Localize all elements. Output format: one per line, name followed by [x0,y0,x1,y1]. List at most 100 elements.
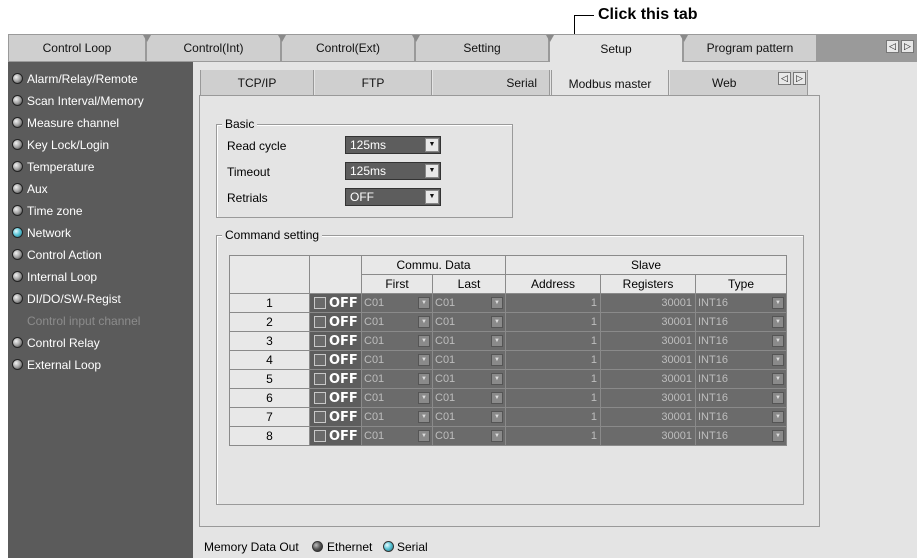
toggle-state: OFF [329,295,358,311]
checkbox-icon[interactable] [314,354,326,366]
first-select[interactable]: C01 ▼ [361,312,433,332]
first-select[interactable]: C01 ▼ [361,331,433,351]
registers-field[interactable]: 30001 [600,369,696,389]
subtab-scroll-left-icon[interactable]: ◁ [778,72,791,85]
address-field[interactable]: 1 [505,369,601,389]
last-select[interactable]: C01 ▼ [432,331,506,351]
tab-control-ext[interactable]: Control(Ext) [282,35,415,61]
sidebar-item-scan-interval-memory[interactable]: Scan Interval/Memory [8,90,193,111]
first-select[interactable]: C01 ▼ [361,369,433,389]
chevron-down-icon: ▼ [418,316,430,328]
sidebar-item-alarm-relay-remote[interactable]: Alarm/Relay/Remote [8,68,193,89]
subtab-modbus-master[interactable]: Modbus master [551,70,669,97]
checkbox-icon[interactable] [314,316,326,328]
tab-scroll-right-icon[interactable]: ▷ [901,40,914,53]
last-select[interactable]: C01 ▼ [432,293,506,313]
sidebar-item-aux[interactable]: Aux [8,178,193,199]
first-select[interactable]: C01 ▼ [361,388,433,408]
first-select[interactable]: C01 ▼ [361,350,433,370]
chevron-down-icon: ▼ [418,373,430,385]
subtab-ftp[interactable]: FTP [315,70,432,95]
tab-control-loop[interactable]: Control Loop [9,35,146,61]
registers-field[interactable]: 30001 [600,293,696,313]
sidebar-item-control-action[interactable]: Control Action [8,244,193,265]
registers-field[interactable]: 30001 [600,407,696,427]
type-select[interactable]: INT16 ▼ [695,293,787,313]
command-toggle[interactable]: OFF [309,388,362,408]
table-row: 3 OFF C01 ▼ C01 ▼ 1 30001 INT16 ▼ [229,331,787,351]
type-select[interactable]: INT16 ▼ [695,312,787,332]
tab-setup[interactable]: Setup [550,35,683,63]
checkbox-icon[interactable] [314,373,326,385]
address-field[interactable]: 1 [505,388,601,408]
sidebar-item-time-zone[interactable]: Time zone [8,200,193,221]
ethernet-radio[interactable] [312,541,323,552]
sidebar-item-di-do-sw-regist[interactable]: DI/DO/SW-Regist [8,288,193,309]
memory-data-out-label: Memory Data Out [204,540,299,554]
header-first: First [361,274,433,294]
sidebar-item-internal-loop[interactable]: Internal Loop [8,266,193,287]
timeout-select[interactable]: 125ms ▼ [345,162,441,180]
registers-field[interactable]: 30001 [600,350,696,370]
subtab-tcp-ip[interactable]: TCP/IP [200,70,314,95]
address-field[interactable]: 1 [505,331,601,351]
command-toggle[interactable]: OFF [309,407,362,427]
header-registers: Registers [600,274,696,294]
address-field[interactable]: 1 [505,350,601,370]
command-setting-title: Command setting [222,228,323,242]
type-select[interactable]: INT16 ▼ [695,407,787,427]
serial-radio[interactable] [383,541,394,552]
registers-field[interactable]: 30001 [600,331,696,351]
checkbox-icon[interactable] [314,430,326,442]
retrials-select[interactable]: OFF ▼ [345,188,441,206]
type-select[interactable]: INT16 ▼ [695,369,787,389]
last-select[interactable]: C01 ▼ [432,312,506,332]
registers-field[interactable]: 30001 [600,426,696,446]
checkbox-icon[interactable] [314,335,326,347]
registers-field[interactable]: 30001 [600,312,696,332]
subtab-serial[interactable]: Serial [433,70,550,95]
last-select[interactable]: C01 ▼ [432,426,506,446]
type-select[interactable]: INT16 ▼ [695,388,787,408]
status-led-icon [12,117,23,128]
sidebar-item-measure-channel[interactable]: Measure channel [8,112,193,133]
ethernet-radio-label[interactable]: Ethernet [327,540,372,554]
last-select[interactable]: C01 ▼ [432,369,506,389]
address-field[interactable]: 1 [505,293,601,313]
command-toggle[interactable]: OFF [309,350,362,370]
checkbox-icon[interactable] [314,411,326,423]
command-toggle[interactable]: OFF [309,369,362,389]
tab-control-int[interactable]: Control(Int) [147,35,281,61]
tab-program-pattern[interactable]: Program pattern [684,35,817,61]
sidebar-item-network[interactable]: Network [8,222,193,243]
command-toggle[interactable]: OFF [309,293,362,313]
sidebar-item-key-lock-login[interactable]: Key Lock/Login [8,134,193,155]
first-select[interactable]: C01 ▼ [361,407,433,427]
read-cycle-select[interactable]: 125ms ▼ [345,136,441,154]
type-select[interactable]: INT16 ▼ [695,426,787,446]
checkbox-icon[interactable] [314,392,326,404]
tab-scroll-left-icon[interactable]: ◁ [886,40,899,53]
address-field[interactable]: 1 [505,407,601,427]
last-select[interactable]: C01 ▼ [432,388,506,408]
address-field[interactable]: 1 [505,426,601,446]
command-toggle[interactable]: OFF [309,331,362,351]
sidebar-item-temperature[interactable]: Temperature [8,156,193,177]
type-select[interactable]: INT16 ▼ [695,350,787,370]
sidebar-item-control-relay[interactable]: Control Relay [8,332,193,353]
last-select[interactable]: C01 ▼ [432,407,506,427]
registers-field[interactable]: 30001 [600,388,696,408]
first-select[interactable]: C01 ▼ [361,426,433,446]
sidebar-item-external-loop[interactable]: External Loop [8,354,193,375]
subtab-scroll-right-icon[interactable]: ▷ [793,72,806,85]
command-toggle[interactable]: OFF [309,312,362,332]
tab-setting[interactable]: Setting [416,35,549,61]
last-select[interactable]: C01 ▼ [432,350,506,370]
first-select[interactable]: C01 ▼ [361,293,433,313]
type-select[interactable]: INT16 ▼ [695,331,787,351]
address-field[interactable]: 1 [505,312,601,332]
command-toggle[interactable]: OFF [309,426,362,446]
checkbox-icon[interactable] [314,297,326,309]
status-led-icon [12,249,23,260]
serial-radio-label[interactable]: Serial [397,540,428,554]
